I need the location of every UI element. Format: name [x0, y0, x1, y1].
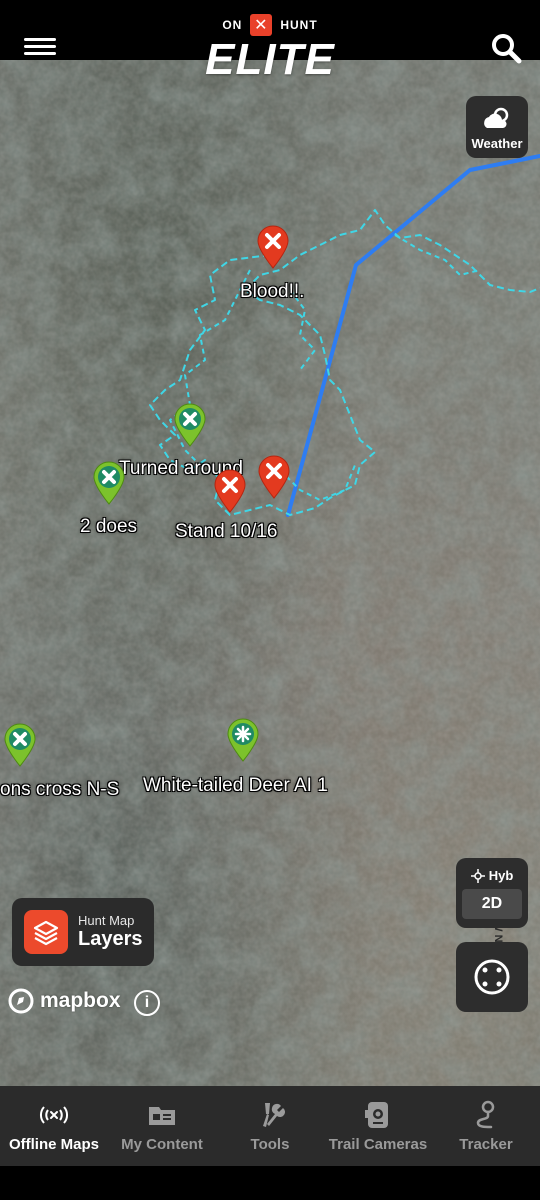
nav-label: My Content [121, 1135, 203, 1153]
location-button[interactable] [456, 942, 528, 1012]
layers-icon [24, 910, 68, 954]
marker-label: 2 does [80, 516, 138, 537]
marker-label: Stand 10/16 [175, 521, 278, 542]
weather-button[interactable]: Weather [466, 96, 528, 158]
app-title: ELITE [205, 35, 335, 84]
view-mode-button[interactable]: 2D [462, 889, 522, 919]
route-line [286, 154, 540, 517]
marker-label: White-tailed Deer AI 1 [143, 775, 328, 796]
nav-label: Tracker [459, 1135, 513, 1153]
tools-icon [263, 1102, 285, 1127]
info-icon[interactable]: i [134, 990, 160, 1016]
trail-camera-icon [365, 1101, 388, 1128]
mapbox-brand: mapbox [40, 989, 121, 1012]
search-button[interactable] [488, 30, 524, 66]
marker-red-pin[interactable] [256, 454, 292, 500]
layers-label: Layers [78, 928, 143, 950]
layers-button[interactable]: Hunt Map Layers [12, 898, 154, 966]
basemap-toggle[interactable]: Hyb 2D [456, 858, 528, 928]
marker-deer-ai-pin[interactable] [225, 717, 261, 763]
weather-label: Weather [471, 136, 523, 151]
bottom-nav: Offline Maps My Content Tools Trail Came… [0, 1086, 540, 1166]
logo-suffix: HUNT [280, 18, 318, 32]
tracker-pin-icon [476, 1100, 495, 1128]
app-logo: ON ✕ HUNT ELITE [0, 14, 540, 82]
nav-my-content[interactable]: My Content [108, 1086, 216, 1166]
nav-label: Tools [250, 1135, 290, 1153]
marker-turned-around-pin[interactable] [172, 402, 208, 448]
search-icon [492, 34, 522, 64]
nav-tools[interactable]: Tools [216, 1086, 324, 1166]
marker-label: ons cross N-S [0, 779, 120, 800]
nav-tracker[interactable]: Tracker [432, 1086, 540, 1166]
mapbox-logo-icon [8, 988, 34, 1014]
nav-label: Trail Cameras [328, 1135, 428, 1153]
marker-label: Blood!!. [240, 281, 305, 302]
layers-sublabel: Hunt Map [78, 913, 135, 928]
compass-icon [474, 959, 510, 995]
offline-signal-icon [40, 1105, 68, 1124]
crosshair-icon [470, 868, 485, 883]
onx-logo-icon: ✕ [250, 14, 273, 36]
marker-stand-pin[interactable] [212, 468, 248, 514]
asterisk-icon [234, 725, 252, 743]
mapbox-attribution[interactable]: mapbox [8, 988, 121, 1014]
system-nav-bar [0, 1166, 540, 1200]
logo-prefix: ON [222, 18, 243, 32]
id-card-icon [149, 1106, 175, 1125]
cloud-sun-icon [484, 107, 509, 128]
nav-label: Offline Maps [8, 1135, 99, 1153]
marker-crossing-pin[interactable] [2, 722, 38, 768]
basemap-label: Hyb [488, 868, 514, 883]
nav-trail-cameras[interactable]: Trail Cameras [324, 1086, 432, 1166]
marker-blood-pin[interactable] [255, 224, 291, 270]
nav-offline-maps[interactable]: Offline Maps [0, 1086, 108, 1166]
marker-2-does-pin[interactable] [91, 460, 127, 506]
